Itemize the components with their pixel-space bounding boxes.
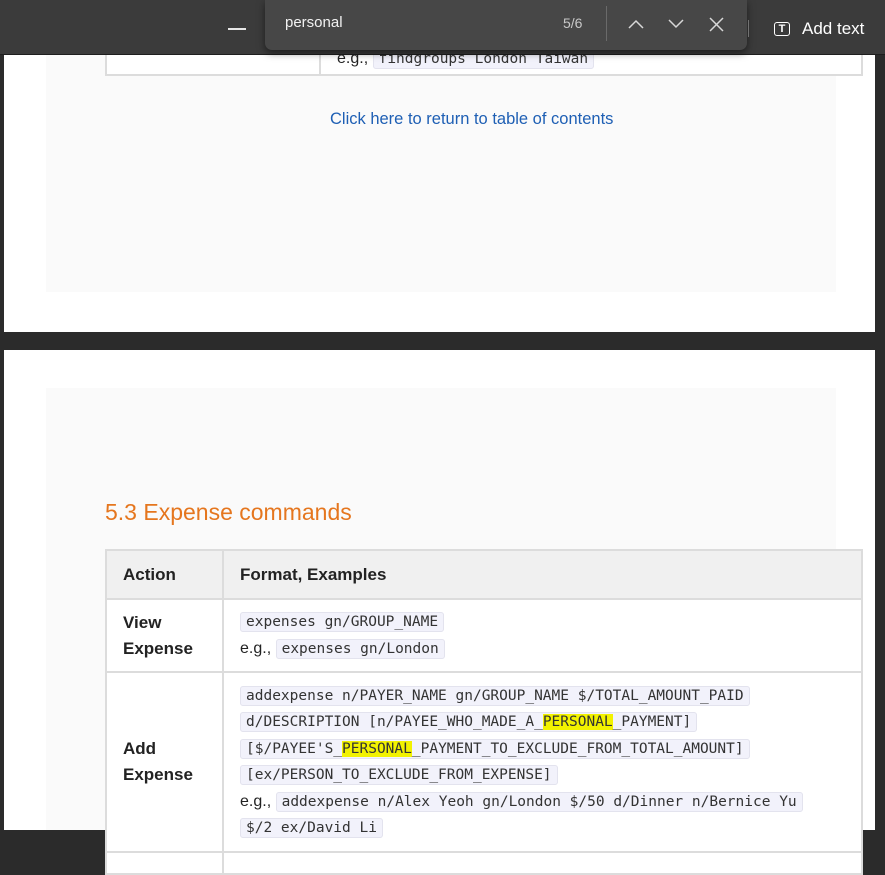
example-prefix: e.g., [240,639,272,657]
page-content: e.g., findgroups London Taiwan Click her… [46,34,863,292]
close-find-button[interactable] [701,10,731,38]
pdf-page-1: e.g., findgroups London Taiwan Click her… [4,34,875,332]
format-code-part: _PAYMENT] [612,714,692,730]
find-divider [606,6,607,41]
example-code: addexpense n/Alex Yeoh gn/London $/50 d/… [275,791,803,812]
add-text-button[interactable]: T Add text [774,18,864,40]
format-code: [$/PAYEE'S_PERSONAL_PAYMENT_TO_EXCLUDE_F… [240,738,750,759]
action-line: Expense [123,765,193,784]
page-content: 5.3 Expense commands Action Format, Exam… [46,388,863,875]
action-line: Add [123,739,157,758]
action-cell: Add Expense [105,671,224,853]
example-code: $/2 ex/David Li [240,818,383,838]
action-line: View [123,612,162,632]
example-code: expenses gn/London [275,638,445,659]
format-code-part: [$/PAYEE'S_ [246,740,343,757]
table-row [105,851,863,875]
format-code: addexpense n/PAYER_NAME gn/GROUP_NAME $/… [240,685,750,706]
format-code-part: d/DESCRIPTION [n/PAYEE_WHO_MADE_A_ [246,714,543,730]
pdf-page-2: 5.3 Expense commands Action Format, Exam… [4,350,875,875]
format-code: expenses gn/GROUP_NAME [240,612,445,632]
find-bar: personal 5/6 [265,0,747,50]
chevron-down-icon [668,19,684,29]
chevron-up-icon [628,19,644,29]
action-cell: View Expense [105,598,224,673]
table-of-contents-link[interactable]: Click here to return to table of content… [330,110,613,129]
format-cell: expenses gn/GROUP_NAME e.g., expenses gn… [222,598,863,673]
column-header-format: Format, Examples [222,549,863,600]
toolbar-divider [748,20,749,37]
next-match-button[interactable] [661,10,691,38]
column-header-action: Action [105,549,224,600]
search-highlight: PERSONAL [342,740,412,757]
action-line: Expense [123,638,193,658]
format-code: d/DESCRIPTION [n/PAYEE_WHO_MADE_A_PERSON… [240,712,698,732]
add-text-label: Add text [802,19,865,38]
search-highlight: PERSONAL [542,714,613,730]
section-heading: 5.3 Expense commands [105,499,352,525]
table-header-row: Action Format, Examples [105,549,863,600]
find-input[interactable]: personal [285,14,343,31]
close-icon [708,16,724,32]
table-row: Add Expense addexpense n/PAYER_NAME gn/G… [105,671,863,853]
format-code-part: _PAYMENT_TO_EXCLUDE_FROM_TOTAL_AMOUNT] [411,740,744,757]
expense-command-table: Action Format, Examples View Expense exp… [105,549,863,875]
minimize-icon[interactable] [228,28,246,30]
text-box-icon: T [774,22,790,36]
match-count: 5/6 [563,15,583,31]
previous-match-button[interactable] [621,10,651,38]
table-row: View Expense expenses gn/GROUP_NAME e.g.… [105,598,863,673]
format-code: [ex/PERSON_TO_EXCLUDE_FROM_EXPENSE] [240,765,558,785]
example-prefix: e.g., [240,792,272,810]
format-cell: addexpense n/PAYER_NAME gn/GROUP_NAME $/… [222,671,863,853]
